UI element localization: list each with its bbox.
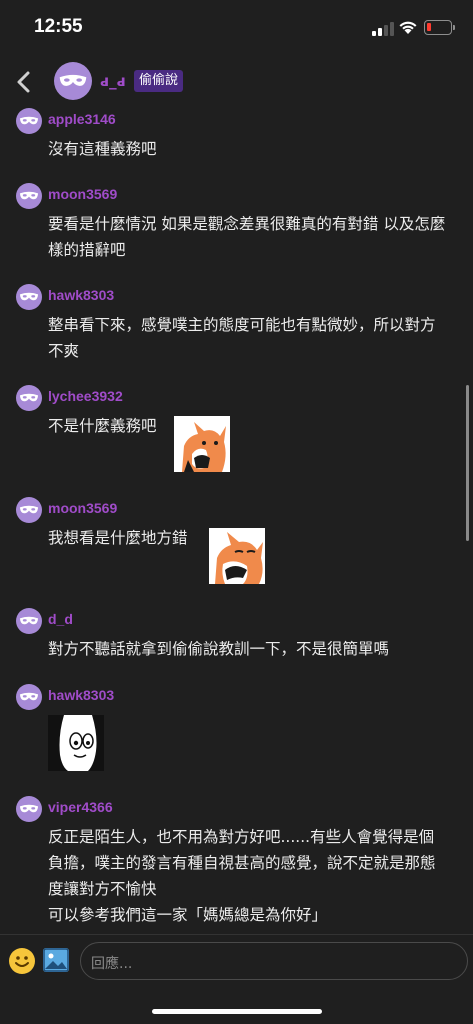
- back-chevron-icon[interactable]: [14, 70, 34, 94]
- status-bar: 12:55: [0, 0, 473, 56]
- message-text: 沒有這種義務吧: [48, 140, 157, 158]
- message-username[interactable]: viper4366: [48, 799, 113, 815]
- mask-icon[interactable]: [16, 284, 42, 310]
- home-indicator: [152, 1009, 322, 1014]
- message-item: lychee3932 不是什麼義務吧: [0, 385, 473, 480]
- message-username[interactable]: apple3146: [48, 111, 116, 127]
- message-item: apple3146 沒有這種義務吧: [0, 108, 473, 168]
- mask-icon[interactable]: [16, 684, 42, 710]
- message-username[interactable]: hawk8303: [48, 287, 114, 303]
- message-item: hawk8303 整串看下來，感覺噗主的態度可能也有點微妙，所以對方不爽: [0, 284, 473, 374]
- chat-header: ԁ_ԁ 偷偷說: [0, 56, 473, 106]
- message-username[interactable]: moon3569: [48, 186, 117, 202]
- message-item: hawk8303: [0, 684, 473, 779]
- reply-placeholder: 回應...: [91, 956, 133, 972]
- ghost-sticker[interactable]: [48, 715, 104, 771]
- composer-bar: 回應...: [0, 934, 473, 1024]
- message-item: viper4366 反正是陌生人，也不用為對方好吧......有些人會覺得是個負…: [0, 796, 473, 926]
- message-username[interactable]: lychee3932: [48, 388, 123, 404]
- message-text: 反正是陌生人，也不用為對方好吧......有些人會覺得是個負擔，噗主的發言有種自…: [48, 828, 436, 924]
- fox-sticker[interactable]: [209, 528, 265, 584]
- mask-icon[interactable]: [16, 385, 42, 411]
- wifi-icon: [399, 21, 417, 34]
- header-badge: 偷偷說: [134, 70, 184, 92]
- header-avatar-mask-icon[interactable]: [54, 62, 92, 100]
- status-time: 12:55: [34, 16, 83, 37]
- mask-icon[interactable]: [16, 183, 42, 209]
- message-item: moon3569 要看是什麼情況 如果是觀念差異很難真的有對錯 以及怎麼樣的措辭…: [0, 183, 473, 273]
- message-item: ԁ_ԁ 對方不聽話就拿到偷偷說教訓一下，不是很簡單嗎: [0, 608, 473, 668]
- fox-sticker[interactable]: [174, 416, 230, 472]
- mask-icon[interactable]: [16, 108, 42, 134]
- mask-icon[interactable]: [16, 608, 42, 634]
- signal-icon: [372, 22, 394, 36]
- message-text: 要看是什麼情況 如果是觀念差異很難真的有對錯 以及怎麼樣的措辭吧: [48, 215, 446, 259]
- message-text: 整串看下來，感覺噗主的態度可能也有點微妙，所以對方不爽: [48, 316, 436, 360]
- message-username[interactable]: ԁ_ԁ: [48, 611, 73, 627]
- message-item: moon3569 我想看是什麼地方錯: [0, 497, 473, 592]
- battery-icon: [424, 20, 455, 35]
- smiley-icon[interactable]: [9, 948, 35, 974]
- message-username[interactable]: moon3569: [48, 500, 117, 516]
- message-text: 不是什麼義務吧: [48, 417, 157, 435]
- reply-input[interactable]: 回應...: [80, 942, 468, 980]
- message-username[interactable]: hawk8303: [48, 687, 114, 703]
- message-text: 對方不聽話就拿到偷偷說教訓一下，不是很簡單嗎: [48, 640, 390, 658]
- header-username[interactable]: ԁ_ԁ: [100, 72, 126, 90]
- mask-icon[interactable]: [16, 497, 42, 523]
- image-icon[interactable]: [43, 948, 69, 972]
- mask-icon[interactable]: [16, 796, 42, 822]
- scrollbar[interactable]: [466, 385, 469, 541]
